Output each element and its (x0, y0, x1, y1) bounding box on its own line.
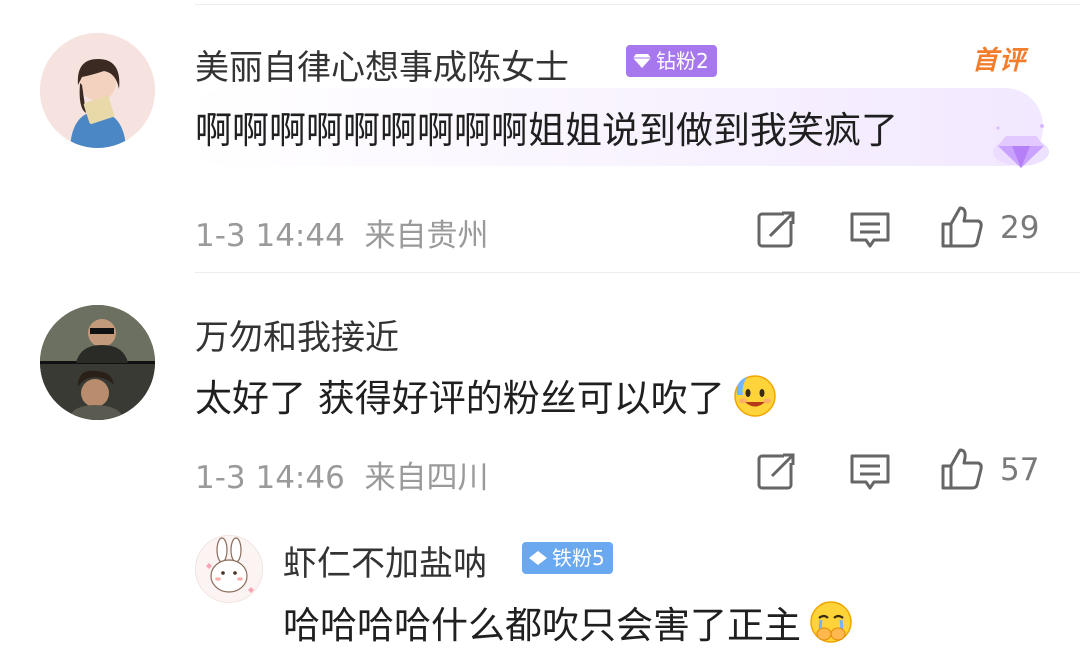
diamond-icon (633, 54, 651, 68)
sweating-smile-emoji (734, 375, 776, 417)
crying-covering-mouth-emoji (810, 601, 852, 643)
avatar[interactable] (195, 535, 263, 603)
share-icon[interactable] (754, 208, 798, 252)
reply-icon[interactable] (848, 450, 892, 494)
comment-meta: 1-3 14:44 来自贵州 (195, 210, 489, 255)
comment-item: 美丽自律心想事成陈女士 钻粉2 首评 啊啊啊啊啊啊啊啊啊姐姐说到做到我笑疯了 1… (0, 0, 1080, 272)
location: 来自贵州 (364, 218, 489, 254)
comment-meta: 1-3 14:46 来自四川 (195, 452, 489, 497)
share-icon[interactable] (754, 450, 798, 494)
like-count: 57 (1000, 452, 1040, 488)
diamond-icon (529, 551, 547, 565)
thumbs-up-icon[interactable] (940, 446, 984, 490)
location: 来自四川 (364, 460, 489, 496)
thumbs-up-icon[interactable] (940, 204, 984, 248)
timestamp: 1-3 14:44 (195, 218, 345, 254)
comment-item: 虾仁不加盐呐 铁粉5 哈哈哈哈什么都吹只会害了正主 (0, 517, 1080, 647)
comment-text[interactable]: 太好了 获得好评的粉丝可以吹了 (195, 368, 779, 422)
username[interactable]: 美丽自律心想事成陈女士 (195, 40, 569, 89)
diamond-icon (993, 124, 1049, 168)
reply-icon[interactable] (848, 208, 892, 252)
like-count: 29 (1000, 210, 1040, 246)
fan-level-badge[interactable]: 钻粉2 (626, 45, 717, 77)
comment-text-body: 太好了 获得好评的粉丝可以吹了 (195, 377, 725, 420)
username[interactable]: 万勿和我接近 (195, 310, 399, 359)
comment-item: 万勿和我接近 太好了 获得好评的粉丝可以吹了 1-3 14:46 来自四川 57 (0, 272, 1080, 517)
timestamp: 1-3 14:46 (195, 460, 345, 496)
comment-text[interactable]: 啊啊啊啊啊啊啊啊啊姐姐说到做到我笑疯了 (195, 100, 898, 154)
badge-label: 钻粉2 (656, 49, 709, 73)
fan-level-badge[interactable]: 铁粉5 (522, 542, 613, 574)
avatar[interactable] (40, 305, 155, 420)
avatar[interactable] (40, 33, 155, 148)
badge-label: 铁粉5 (552, 546, 605, 570)
username[interactable]: 虾仁不加盐呐 (283, 536, 487, 585)
first-review-tag: 首评 (972, 46, 1027, 76)
